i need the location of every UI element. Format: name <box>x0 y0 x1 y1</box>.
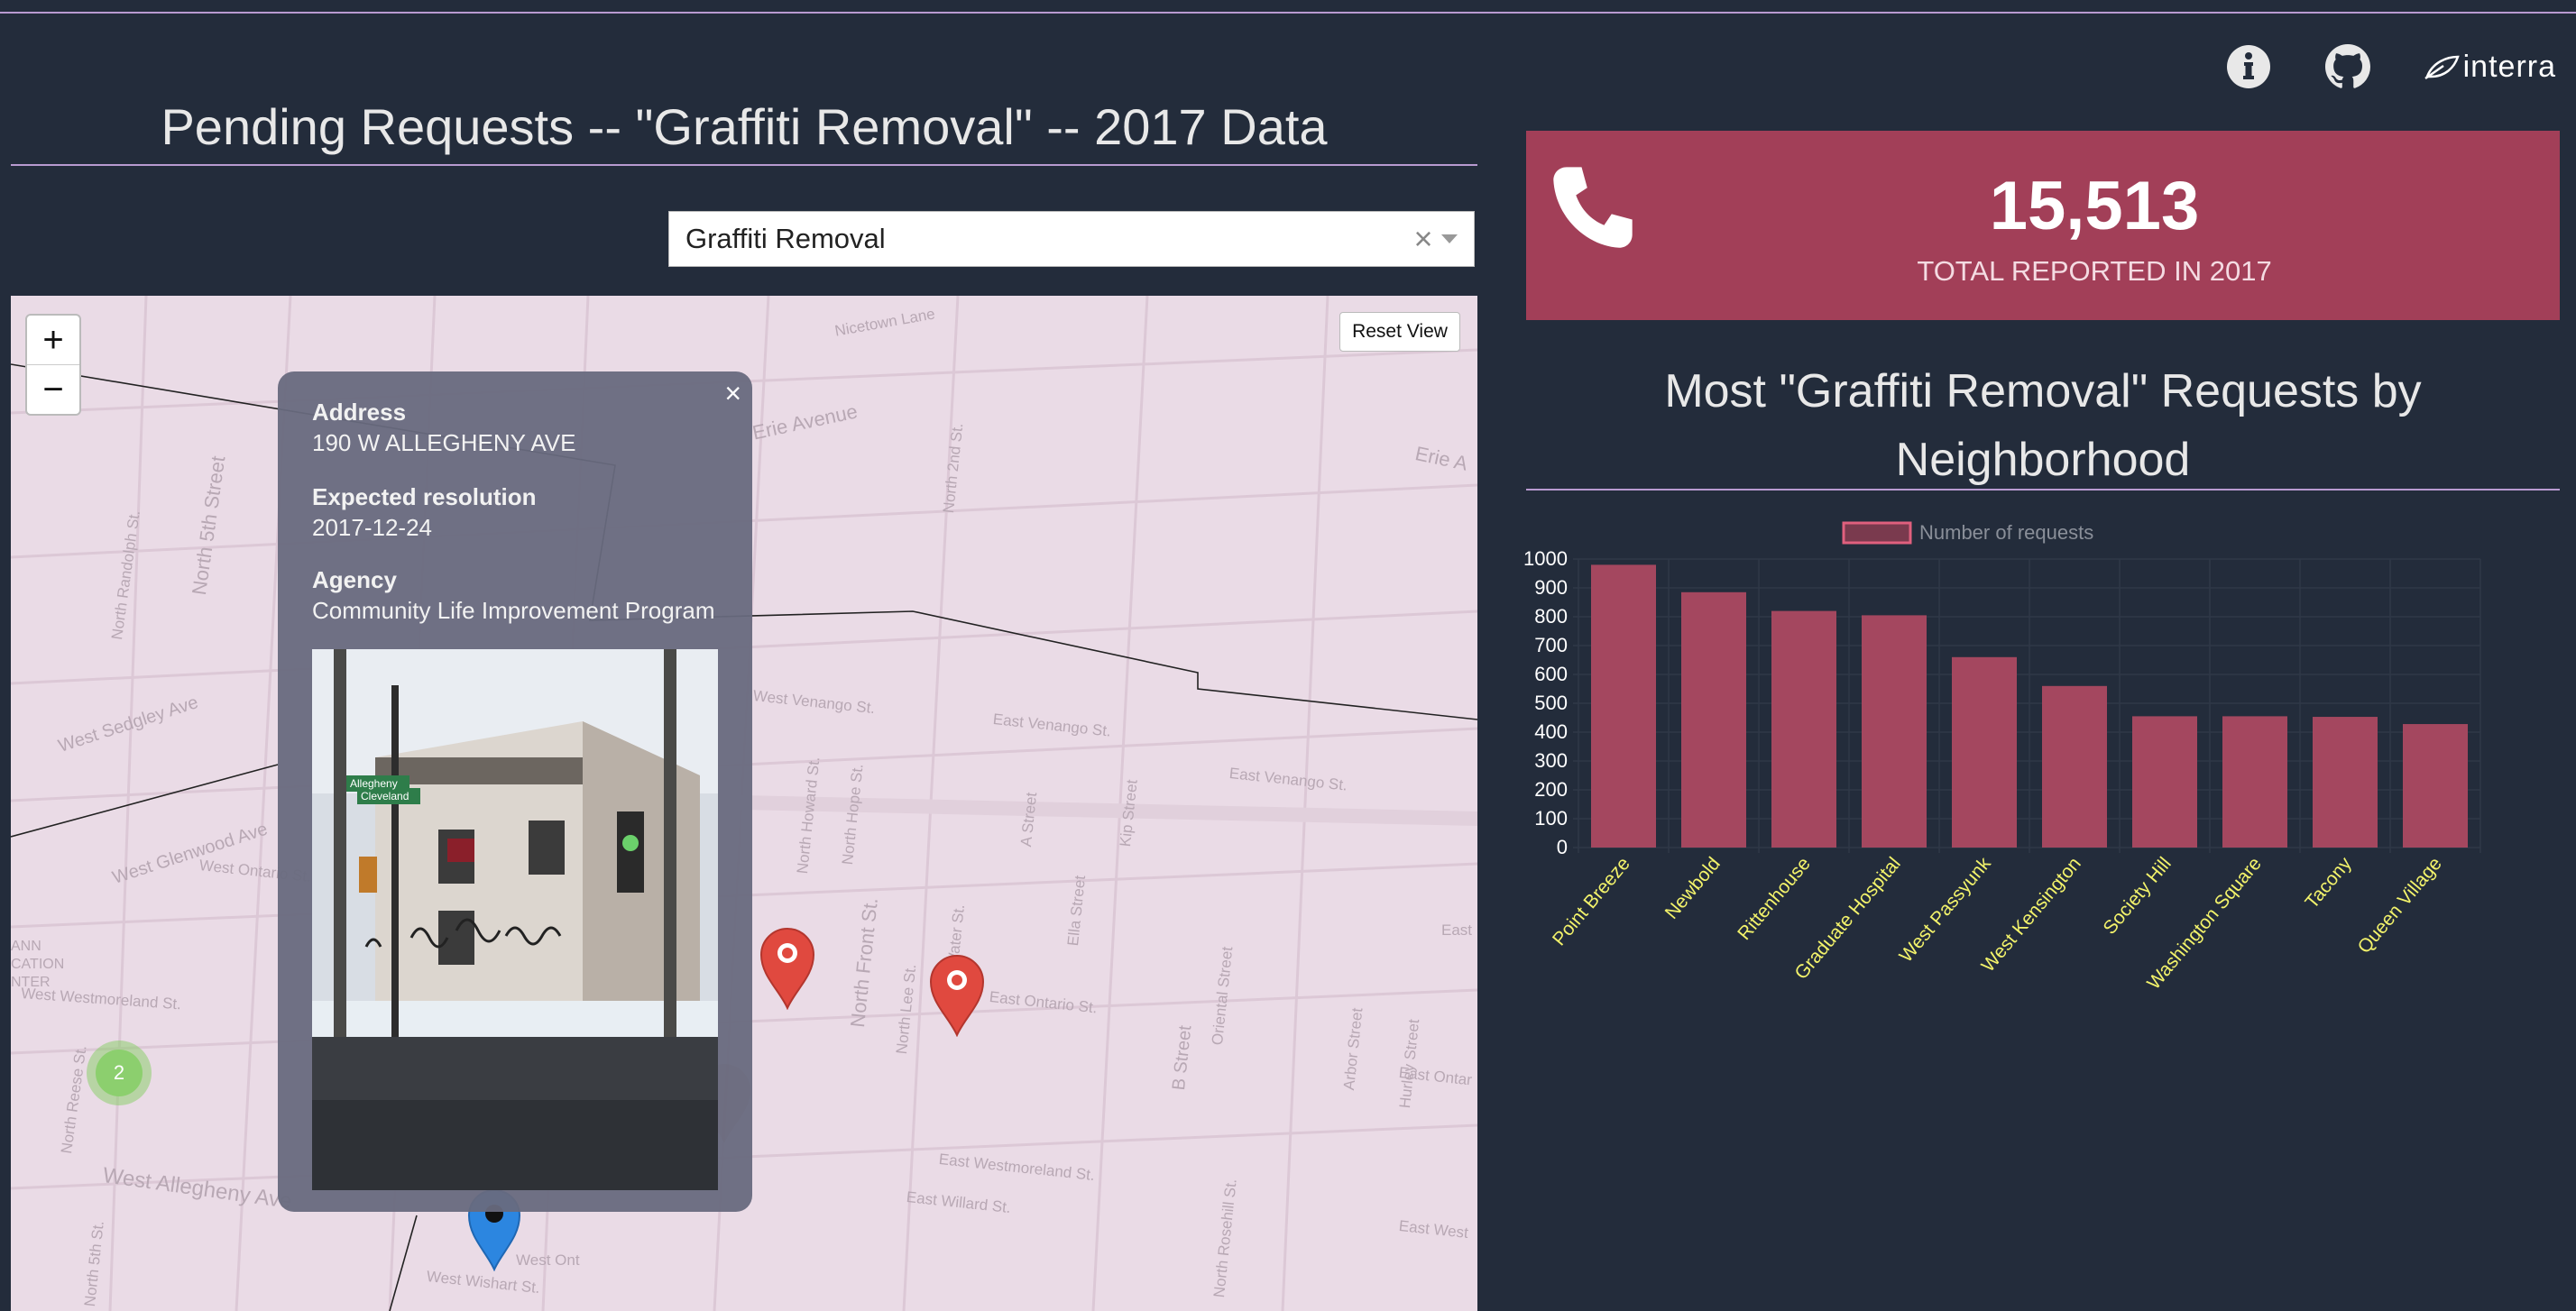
map-poi-label: ANN CATION NTER <box>11 939 65 990</box>
address-label: Address <box>312 399 407 426</box>
resolution-label: Expected resolution <box>312 483 537 510</box>
y-tick-label: 600 <box>1534 663 1568 685</box>
bar <box>2042 685 2107 848</box>
bar <box>1771 610 1836 848</box>
y-tick-label: 300 <box>1534 749 1568 772</box>
y-tick-label: 800 <box>1534 605 1568 628</box>
interra-logo[interactable]: interra <box>2424 50 2556 85</box>
bar <box>1952 656 2017 848</box>
dropdown-arrow-icon[interactable] <box>1441 234 1458 243</box>
y-tick-label: 100 <box>1534 807 1568 830</box>
bar <box>1591 564 1656 848</box>
marker-cluster[interactable]: 2 <box>87 1041 152 1105</box>
x-tick-label: Rittenhouse <box>1734 853 1815 944</box>
y-tick-label: 700 <box>1534 634 1568 656</box>
bar <box>2313 717 2378 848</box>
chart-title-line: Neighborhood <box>1895 434 2191 486</box>
street-sign-text: Cleveland <box>361 790 409 802</box>
total-requests-card: 15,513 TOTAL REPORTED IN 2017 <box>1526 131 2560 320</box>
zoom-out-button[interactable]: − <box>27 364 79 414</box>
resolution-value: 2017-12-24 <box>312 514 432 541</box>
neighborhood-bar-chart: 0 100 200 300 400 500 600 700 800 900 1000 Number o… <box>1523 521 2481 994</box>
map-view[interactable]: Nicetown Lane Erie Avenue Erie A North 5… <box>11 296 1477 1311</box>
title-divider <box>11 164 1477 166</box>
page-title: Pending Requests -- "Graffiti Removal" -… <box>161 98 1328 155</box>
red-map-marker[interactable] <box>759 927 815 1010</box>
brand-name: interra <box>2462 49 2556 84</box>
info-icon[interactable] <box>2225 43 2272 90</box>
x-tick-label: West Kensington <box>1977 853 2084 976</box>
chart-title-divider <box>1526 489 2560 490</box>
phone-icon <box>1553 167 1633 248</box>
bar <box>2403 724 2468 848</box>
top-navigation: interra <box>2225 41 2576 92</box>
y-tick-label: 200 <box>1534 778 1568 801</box>
legend-label: Number of requests <box>1919 521 2093 544</box>
close-popup-icon[interactable]: × <box>724 377 741 410</box>
top-divider <box>0 12 2576 14</box>
zoom-control: + − <box>25 314 81 416</box>
bar <box>2132 716 2197 848</box>
chart-title-line: Most "Graffiti Removal" Requests by <box>1664 365 2422 417</box>
y-tick-label: 500 <box>1534 692 1568 714</box>
legend-swatch <box>1842 521 1912 545</box>
total-requests-value: 15,513 <box>1989 168 2200 244</box>
agency-label: Agency <box>312 566 397 593</box>
y-tick-label: 0 <box>1557 836 1568 858</box>
x-tick-label: Point Breeze <box>1549 853 1634 949</box>
y-tick-label: 900 <box>1534 576 1568 599</box>
x-tick-label: West Passyunk <box>1895 853 1995 967</box>
zoom-in-button[interactable]: + <box>27 316 79 364</box>
street-label: West Ont <box>516 1251 580 1269</box>
github-icon[interactable] <box>2324 43 2371 90</box>
cluster-count: 2 <box>96 1050 143 1096</box>
red-map-marker[interactable] <box>929 954 985 1037</box>
leaf-icon <box>2424 55 2460 80</box>
x-tick-label: Society Hill <box>2099 853 2175 938</box>
x-tick-label: Newbold <box>1661 853 1725 922</box>
clear-selection-icon[interactable]: × <box>1405 220 1441 258</box>
agency-value: Community Life Improvement Program <box>312 597 715 624</box>
street-sign-text: Allegheny <box>350 777 398 790</box>
address-value: 190 W ALLEGHENY AVE <box>312 429 576 456</box>
bar <box>1681 591 1746 848</box>
bar <box>2222 716 2287 848</box>
request-photo: Allegheny Cleveland <box>312 649 718 1190</box>
request-popup: × Address 190 W ALLEGHENY AVE Expected r… <box>278 371 752 1212</box>
chart-title: Most "Graffiti Removal" Requests by Neig… <box>1526 357 2560 494</box>
select-value: Graffiti Removal <box>685 223 886 254</box>
y-tick-label: 1000 <box>1523 547 1568 570</box>
x-tick-label: Queen Village <box>2354 853 2446 958</box>
street-label: East <box>1441 921 1473 939</box>
bar <box>1862 615 1927 848</box>
x-tick-label: Tacony <box>2301 853 2356 912</box>
reset-view-button[interactable]: Reset View <box>1339 312 1460 352</box>
total-requests-caption: TOTAL REPORTED IN 2017 <box>1917 255 2272 287</box>
request-type-select[interactable]: Graffiti Removal × <box>668 211 1475 267</box>
y-tick-label: 400 <box>1534 720 1568 743</box>
